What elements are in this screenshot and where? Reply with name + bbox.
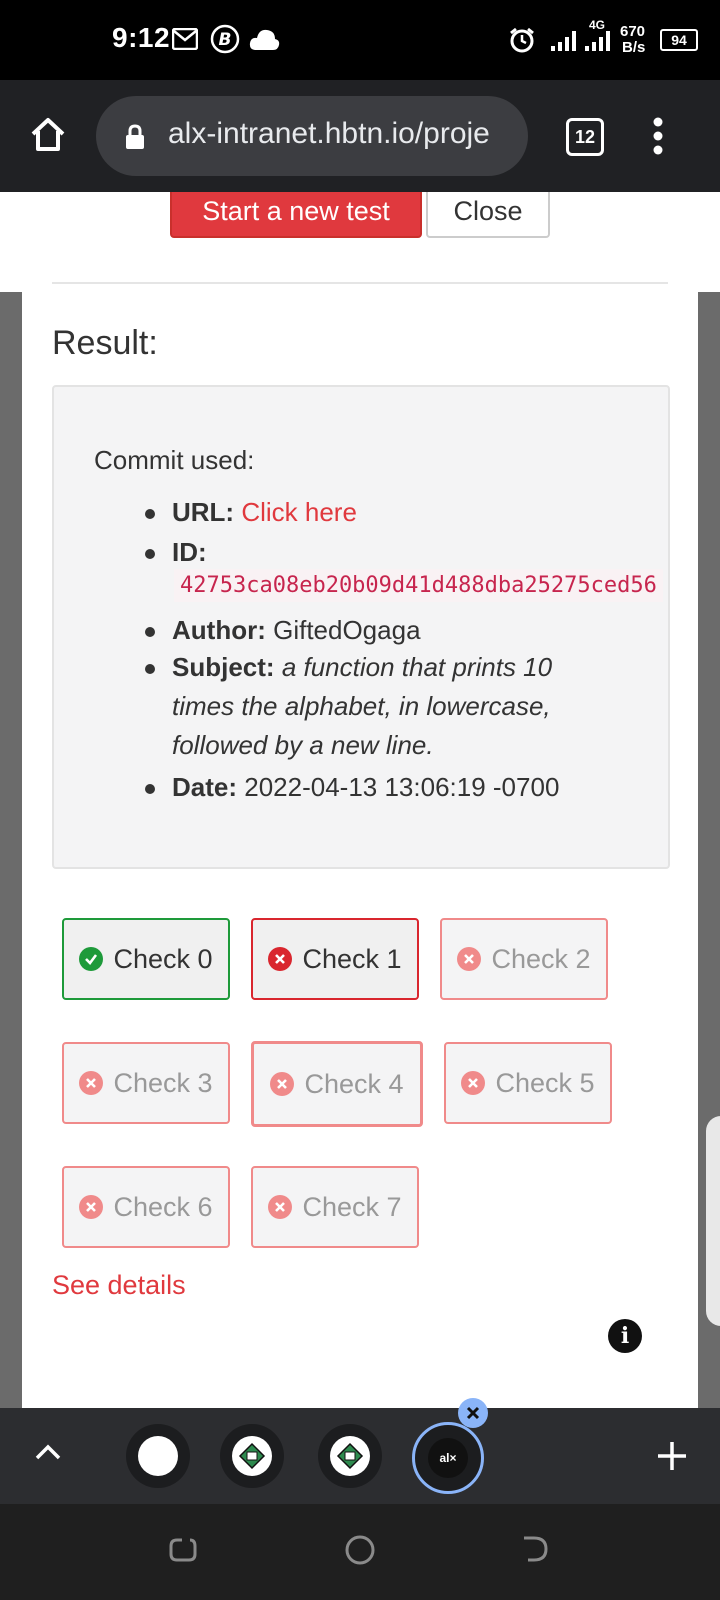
bullet [145,549,155,559]
info-icon[interactable]: i [608,1319,642,1353]
tab-count-label: 12 [574,126,596,147]
blank-tab-icon [138,1436,178,1476]
divider [52,282,668,284]
author-label: Author: [172,615,266,645]
check-label: Check 6 [113,1191,213,1222]
author-value: GiftedOgaga [273,615,421,645]
network-speed-unit: B/s [622,39,646,56]
home-nav-icon[interactable] [344,1534,376,1566]
close-button[interactable]: Close [426,192,550,238]
address-bar[interactable]: alx-intranet.hbtn.io/proje [96,96,528,176]
page-backdrop-right-top [698,192,720,292]
check-circle-icon [79,947,104,971]
x-circle-icon [461,1071,486,1095]
bullet [145,509,155,519]
signal-icon [551,31,576,51]
x-circle-icon [457,947,482,971]
url-text[interactable]: alx-intranet.hbtn.io/proje [168,117,490,151]
commit-url-link[interactable]: Click here [241,497,357,527]
active-tab-thumbnail[interactable]: al× [412,1422,484,1494]
check-label: Check 3 [113,1067,213,1098]
check-label: Check 7 [302,1191,402,1222]
chevron-up-icon[interactable] [34,1442,62,1462]
side-panel-handle[interactable] [706,1116,720,1326]
start-new-test-button[interactable]: Start a new test [170,192,422,238]
bullet [145,784,155,794]
page-backdrop-left [0,192,22,1408]
subject-label: Subject: [172,652,275,682]
alx-favicon-text: al× [439,1451,457,1465]
battery-level: 94 [671,32,687,48]
bullet [145,664,155,674]
svg-text:B: B [219,30,232,50]
site-favicon-icon [330,1436,370,1476]
check-2-button[interactable]: Check 2 [440,918,608,1000]
x-circle-icon [268,947,293,971]
x-circle-icon [79,1071,104,1095]
see-details-link[interactable]: See details [52,1270,186,1301]
list-item: Date: 2022-04-13 13:06:19 -0700 [145,772,560,803]
site-favicon-icon [232,1436,272,1476]
tab-thumbnail[interactable] [126,1424,190,1488]
home-icon[interactable] [28,114,68,154]
check-label: Check 0 [113,943,213,974]
commit-label: Commit used: [94,445,255,475]
list-item: ID: [145,537,207,568]
subject-value-line3: followed by a new line. [172,730,434,760]
x-circle-icon [268,1195,293,1219]
signal-icon [585,31,610,51]
check-5-button[interactable]: Check 5 [444,1042,612,1124]
status-time: 9:12 [112,22,171,53]
check-3-button[interactable]: Check 3 [62,1042,230,1124]
gmail-icon [172,28,198,50]
recents-icon[interactable] [168,1534,198,1564]
list-item: Subject: a function that prints 10 times… [145,648,553,765]
x-circle-icon [270,1072,295,1096]
tab-strip: al× [0,1398,720,1504]
check-label: Check 4 [304,1068,404,1099]
battery-icon: 94 [660,29,698,51]
check-1-button[interactable]: Check 1 [251,918,419,1000]
system-nav-bar [0,1504,720,1600]
url-label: URL: [172,497,235,527]
back-icon[interactable] [520,1534,550,1564]
check-label: Check 2 [491,943,591,974]
check-7-button[interactable]: Check 7 [251,1166,419,1248]
plus-icon[interactable] [656,1440,688,1472]
b-icon: B [210,24,240,54]
commit-panel: Commit used: URL: Click here ID: 42753ca… [52,385,670,869]
date-value: 2022-04-13 13:06:19 -0700 [244,772,560,802]
lock-icon [126,124,144,149]
date-label: Date: [172,772,238,802]
list-item: Author: GiftedOgaga [145,615,421,646]
tab-thumbnail[interactable] [318,1424,382,1488]
cloud-icon [249,29,280,50]
result-title: Result: [52,324,158,362]
browser-toolbar: alx-intranet.hbtn.io/proje 12 [0,80,720,192]
network-speed-value: 670 [620,23,646,40]
commit-id-value: 42753ca08eb20b09d41d488dba25275ced56 [174,569,663,602]
check-0-button[interactable]: Check 0 [62,918,230,1000]
test-modal: Start a new test Close Result: Commit us… [22,192,698,1408]
check-label: Check 1 [302,943,402,974]
check-label: Check 5 [495,1067,595,1098]
subject-value-line2: times the alphabet, in lowercase, [172,691,551,721]
check-4-button[interactable]: Check 4 [251,1041,423,1127]
check-6-button[interactable]: Check 6 [62,1166,230,1248]
id-label: ID: [172,537,207,567]
page-backdrop-left-top [0,192,22,292]
more-vert-icon[interactable] [652,116,664,156]
tab-thumbnail[interactable] [220,1424,284,1488]
bullet [145,627,155,637]
list-item: URL: Click here [145,497,357,528]
alarm-icon [510,27,534,53]
subject-value-line1: a function that prints 10 [281,652,553,682]
x-circle-icon [79,1195,104,1219]
alx-favicon-icon: al× [428,1438,468,1478]
close-tab-icon[interactable] [458,1398,488,1428]
tab-switcher-icon[interactable]: 12 [566,118,604,156]
status-bar: 9:12 B 4G 670 B/s 94 [0,0,720,80]
